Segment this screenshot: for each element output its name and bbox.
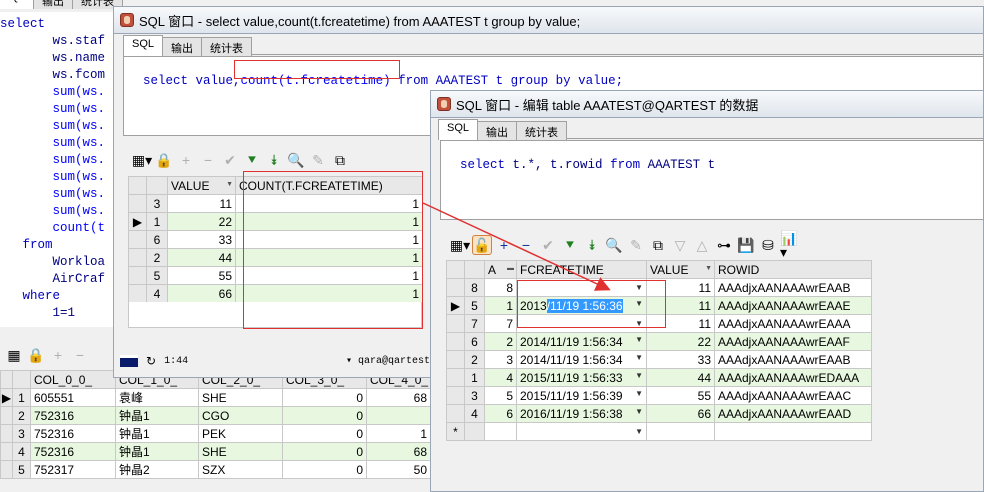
annotation-arrow [422, 202, 611, 291]
